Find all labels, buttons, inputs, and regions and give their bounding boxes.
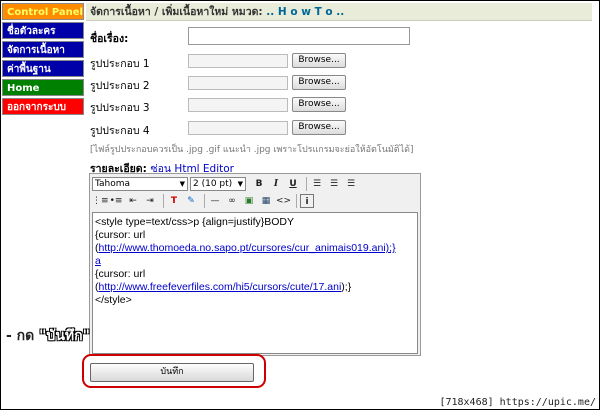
link-icon[interactable]: ∞ [225, 194, 239, 208]
size-select[interactable]: 2 (10 pt) ▼ [190, 177, 246, 191]
image-label-1: รูปประกอบ 1 [90, 58, 150, 70]
browse-button-2[interactable]: Browse... [292, 75, 346, 90]
italic-icon[interactable]: I [269, 177, 283, 191]
category-link[interactable]: .. H o w T o .. [266, 6, 344, 18]
title-input[interactable] [188, 27, 410, 45]
image-label-3: รูปประกอบ 3 [90, 102, 150, 114]
chevron-down-icon: ▼ [179, 180, 185, 188]
editor-line: <style type=text/css>p {align=justify}BO… [95, 216, 295, 228]
outdent-icon[interactable]: ⇤ [126, 194, 140, 208]
browse-button-3[interactable]: Browse... [292, 97, 346, 112]
chevron-down-icon: ▼ [237, 180, 243, 188]
align-center-icon[interactable]: ☰ [327, 177, 341, 191]
sidebar-item-manage-content[interactable]: จัดการเนื้อหา [2, 41, 84, 58]
toolbar-separator [163, 194, 164, 208]
font-select-value: Tahoma [95, 179, 131, 189]
highlight-icon[interactable]: ✎ [184, 194, 198, 208]
image-file-input-4[interactable] [188, 121, 288, 135]
image-icon[interactable]: ▣ [242, 194, 256, 208]
toolbar-separator [306, 177, 307, 191]
image-file-input-2[interactable] [188, 76, 288, 90]
editor-line: {cursor: url [95, 268, 146, 280]
instruction-annotation: - กด "บันทึก" [6, 325, 90, 347]
sidebar-item-home[interactable]: Home [2, 79, 84, 96]
text-color-icon[interactable]: T [167, 194, 181, 208]
breadcrumb-path: จัดการเนื้อหา / เพิ่มเนื้อหาใหม่ หมวด: [90, 6, 263, 18]
underline-icon[interactable]: U [286, 177, 300, 191]
sidebar-item-settings[interactable]: ค่าพื้นฐาน [2, 60, 84, 77]
annotation-quoted: "บันทึก" [39, 328, 90, 344]
sidebar-item-characters[interactable]: ชื่อตัวละคร [2, 22, 84, 39]
sidebar-item-control-panel[interactable]: Control Panel [2, 3, 84, 20]
size-select-value: 2 (10 pt) [193, 179, 233, 189]
bold-icon[interactable]: B [252, 177, 266, 191]
font-select[interactable]: Tahoma ▼ [92, 177, 188, 191]
unordered-list-icon[interactable]: •≡ [109, 194, 123, 208]
editor-content[interactable]: <style type=text/css>p {align=justify}BO… [92, 212, 418, 354]
editor-toolbar-row-1: Tahoma ▼ 2 (10 pt) ▼ B I U ☰ ☰ ☰ [92, 177, 361, 191]
title-label: ชื่อเรื่อง: [90, 33, 129, 45]
breadcrumb: จัดการเนื้อหา / เพิ่มเนื้อหาใหม่ หมวด: .… [86, 3, 592, 21]
indent-icon[interactable]: ⇥ [143, 194, 157, 208]
editor-line: </style> [95, 294, 132, 306]
html-editor: Tahoma ▼ 2 (10 pt) ▼ B I U ☰ ☰ ☰ ⋮≡ •≡ ⇤ ⇥… [89, 173, 421, 356]
sidebar: Control Panel ชื่อตัวละคร จัดการเนื้อหา … [2, 3, 84, 117]
cursor-url-link-2[interactable]: http://www.freefeverfiles.com/hi5/cursor… [99, 281, 342, 293]
image-label-2: รูปประกอบ 2 [90, 80, 150, 92]
editor-toolbar-row-2: ⋮≡ •≡ ⇤ ⇥ T ✎ — ∞ ▣ ▦ <> i [92, 194, 317, 208]
cursor-url-link-1[interactable]: http://www.thomoeda.no.sapo.pt/cursores/… [99, 242, 396, 254]
image-label-4: รูปประกอบ 4 [90, 125, 150, 137]
info-icon[interactable]: i [300, 194, 314, 208]
save-button[interactable]: บันทึก [90, 363, 254, 382]
editor-line: {cursor: url [95, 229, 146, 241]
toolbar-separator [204, 194, 205, 208]
html-source-icon[interactable]: <> [276, 194, 291, 208]
sidebar-item-logout[interactable]: ออกจากระบบ [2, 98, 84, 115]
align-left-icon[interactable]: ☰ [310, 177, 324, 191]
image-note: [ไฟล์รูปประกอบควรเป็น .jpg .gif แนะนำ .j… [90, 145, 414, 155]
horizontal-rule-icon[interactable]: — [208, 194, 222, 208]
editor-line: (http://www.freefeverfiles.com/hi5/curso… [95, 281, 352, 293]
align-right-icon[interactable]: ☰ [344, 177, 358, 191]
image-file-input-3[interactable] [188, 98, 288, 112]
ordered-list-icon[interactable]: ⋮≡ [92, 194, 109, 208]
annotation-prefix: - กด [6, 328, 35, 344]
editor-line: a [95, 255, 101, 267]
table-icon[interactable]: ▦ [259, 194, 273, 208]
browse-button-1[interactable]: Browse... [292, 53, 346, 68]
image-file-input-1[interactable] [188, 54, 288, 68]
browse-button-4[interactable]: Browse... [292, 120, 346, 135]
toolbar-separator [296, 194, 297, 208]
editor-line: (http://www.thomoeda.no.sapo.pt/cursores… [95, 242, 396, 254]
image-host-watermark: [718x468] https://upic.me/ [439, 397, 596, 408]
